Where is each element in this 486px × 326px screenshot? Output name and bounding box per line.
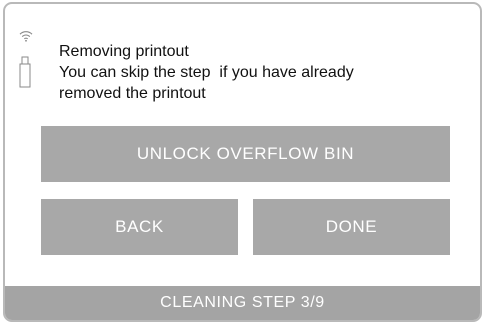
- wifi-icon: [19, 31, 33, 42]
- back-button[interactable]: BACK: [41, 199, 238, 255]
- cleaning-step-label: CLEANING STEP 3/9: [160, 294, 325, 311]
- message-title: Removing printout: [59, 43, 189, 60]
- message-line-2: You can skip the step if you have alread…: [59, 64, 354, 81]
- unlock-overflow-bin-label: UNLOCK OVERFLOW BIN: [136, 144, 355, 163]
- done-label: DONE: [325, 217, 378, 236]
- status-message: Removing printout You can skip the step …: [59, 41, 459, 104]
- message-line-3: removed the printout: [59, 85, 206, 102]
- printer-screen: Removing printout You can skip the step …: [0, 0, 486, 326]
- unlock-overflow-bin-button[interactable]: UNLOCK OVERFLOW BIN: [41, 126, 450, 182]
- display-frame: Removing printout You can skip the step …: [3, 2, 482, 322]
- step-footer: CLEANING STEP 3/9: [5, 286, 480, 320]
- usb-drive-icon: [19, 56, 31, 88]
- status-icons: [18, 30, 34, 88]
- back-label: BACK: [115, 217, 164, 236]
- done-button[interactable]: DONE: [253, 199, 450, 255]
